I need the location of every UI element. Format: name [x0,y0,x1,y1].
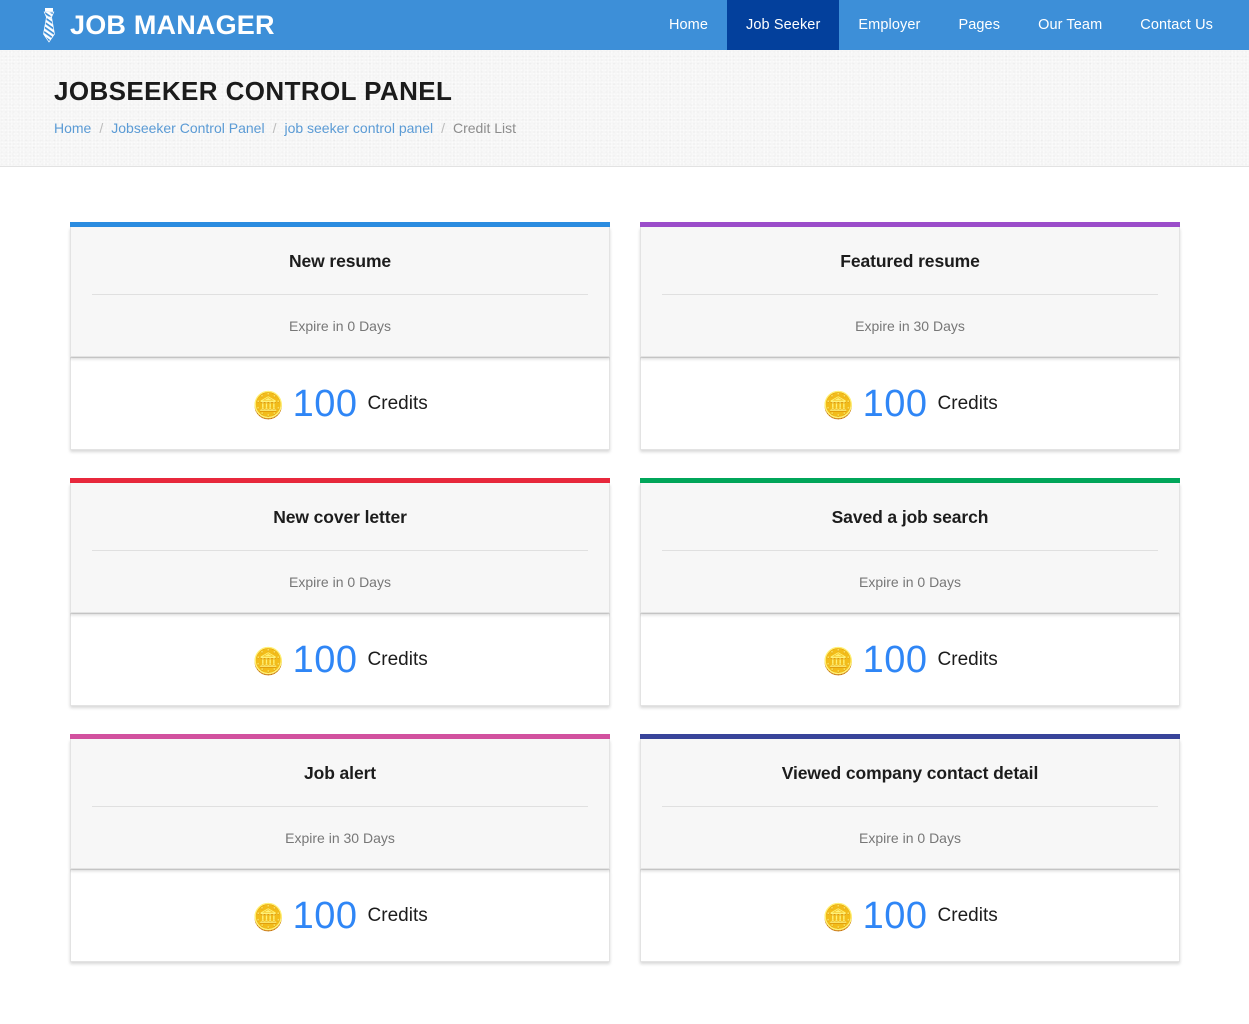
card-expiry-text: Expire in 0 Days [289,574,391,590]
credit-amount: 100 [292,382,358,425]
breadcrumb-separator: / [99,119,104,136]
nav-item-employer[interactable]: Employer [839,0,939,50]
card-header: Featured resume Expire in 30 Days [640,227,1180,357]
breadcrumb-separator: / [272,119,277,136]
coins-icon: 🪙 [822,901,855,932]
credit-card-viewed-company-contact-detail: Viewed company contact detail Expire in … [640,734,1180,962]
nav-item-pages[interactable]: Pages [939,0,1019,50]
breadcrumb: Home / Jobseeker Control Panel / job see… [54,120,1249,136]
credit-unit-label: Credits [937,393,998,414]
card-credit-body: 🪙 100 Credits [70,357,610,450]
credit-unit-label: Credits [367,393,428,414]
card-title: New resume [288,251,392,271]
breadcrumb-item-credit-list: Credit List [453,119,517,136]
credit-unit-label: Credits [937,905,998,926]
nav-item-job-seeker[interactable]: Job Seeker [727,0,840,50]
necktie-icon [38,7,60,43]
credit-card-new-resume: New resume Expire in 0 Days 🪙 100 Credit… [70,222,610,450]
top-navbar: JOB MANAGER Home Job Seeker Employer Pag… [0,0,1249,50]
card-title: New cover letter [273,507,407,527]
credit-unit-label: Credits [937,649,998,670]
card-credit-body: 🪙 100 Credits [70,869,610,962]
credit-card-saved-a-job-search: Saved a job search Expire in 0 Days 🪙 10… [640,478,1180,706]
coins-icon: 🪙 [822,389,855,420]
credit-unit-label: Credits [367,905,428,926]
card-credit-body: 🪙 100 Credits [640,613,1180,706]
card-expiry-text: Expire in 0 Days [289,318,391,334]
credit-amount: 100 [292,638,358,681]
card-credit-body: 🪙 100 Credits [640,869,1180,962]
main-content: New resume Expire in 0 Days 🪙 100 Credit… [0,167,1249,962]
card-expiry-text: Expire in 0 Days [859,574,961,590]
brand-title: JOB MANAGER [70,9,275,40]
coins-icon: 🪙 [252,389,285,420]
brand-logo[interactable]: JOB MANAGER [0,0,275,50]
card-title: Job alert [303,763,377,783]
credit-card-grid: New resume Expire in 0 Days 🪙 100 Credit… [70,222,1189,962]
credit-card-featured-resume: Featured resume Expire in 30 Days 🪙 100 … [640,222,1180,450]
nav-item-our-team[interactable]: Our Team [1019,0,1121,50]
card-header: Saved a job search Expire in 0 Days [640,483,1180,613]
credit-amount: 100 [292,894,358,937]
card-header: Viewed company contact detail Expire in … [640,739,1180,869]
breadcrumb-separator: / [441,119,445,136]
card-expiry-text: Expire in 30 Days [855,318,965,334]
page-title: JOBSEEKER CONTROL PANEL [54,76,453,106]
card-header: New resume Expire in 0 Days [70,227,610,357]
card-title: Saved a job search [831,507,989,527]
card-header: New cover letter Expire in 0 Days [70,483,610,613]
nav-item-home[interactable]: Home [650,0,727,50]
breadcrumb-item-home[interactable]: Home [54,120,91,136]
nav-menu: Home Job Seeker Employer Pages Our Team … [650,0,1249,50]
breadcrumb-item-job-seeker-control-panel[interactable]: job seeker control panel [284,120,433,136]
credit-card-new-cover-letter: New cover letter Expire in 0 Days 🪙 100 … [70,478,610,706]
card-credit-body: 🪙 100 Credits [640,357,1180,450]
card-expiry-text: Expire in 30 Days [285,830,395,846]
card-expiry-text: Expire in 0 Days [859,830,961,846]
credit-amount: 100 [862,638,928,681]
credit-card-job-alert: Job alert Expire in 30 Days 🪙 100 Credit… [70,734,610,962]
credit-amount: 100 [862,382,928,425]
card-header: Job alert Expire in 30 Days [70,739,610,869]
credit-amount: 100 [862,894,928,937]
card-credit-body: 🪙 100 Credits [70,613,610,706]
card-title: Viewed company contact detail [781,763,1039,783]
credit-unit-label: Credits [367,649,428,670]
card-title: Featured resume [840,251,980,271]
coins-icon: 🪙 [822,645,855,676]
nav-item-contact-us[interactable]: Contact Us [1121,0,1232,50]
breadcrumb-item-jobseeker-control-panel[interactable]: Jobseeker Control Panel [111,120,264,136]
coins-icon: 🪙 [252,645,285,676]
coins-icon: 🪙 [252,901,285,932]
page-banner: JOBSEEKER CONTROL PANEL Home / Jobseeker… [0,50,1249,167]
